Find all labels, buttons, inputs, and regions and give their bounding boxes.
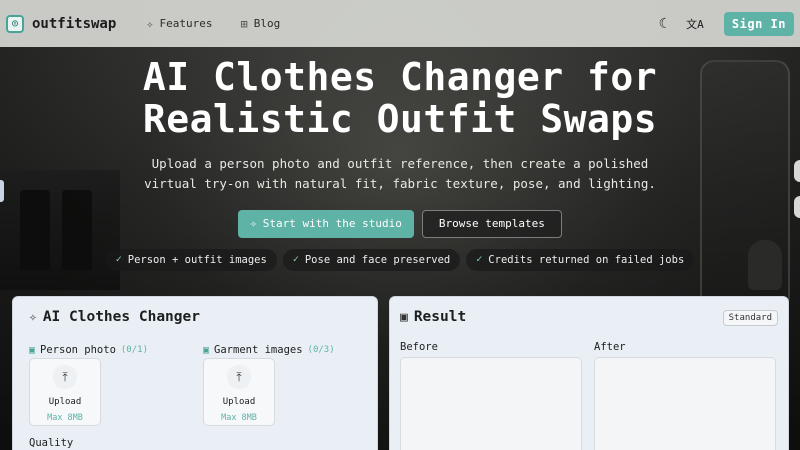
check-icon: ✓ xyxy=(476,254,483,265)
garment-upload-dropzone[interactable]: ⤒ Upload Max 8MB xyxy=(203,358,275,426)
upload-label: Upload xyxy=(48,397,82,407)
person-photo-count: (0/1) xyxy=(120,345,148,355)
hero-subtitle: Upload a person photo and outfit referen… xyxy=(0,154,800,194)
upload-label: Upload xyxy=(222,397,256,407)
upload-max-size: Max 8MB xyxy=(221,413,257,423)
panel-title: ✧ AI Clothes Changer xyxy=(29,309,200,325)
start-studio-button[interactable]: ✧ Start with the studio xyxy=(238,210,414,238)
garment-images-count: (0/3) xyxy=(307,345,335,355)
logo-icon: ◎ xyxy=(6,14,24,33)
upload-icon: ⤒ xyxy=(53,365,77,389)
clothes-changer-panel: ✧ AI Clothes Changer ▣ Person photo (0/1… xyxy=(12,296,378,450)
image-icon: ▣ xyxy=(203,344,210,356)
panel-title: ▣ Result xyxy=(400,309,466,325)
feature-chip: ✓ Credits returned on failed jobs xyxy=(466,249,695,271)
feature-chip: ✓ Pose and face preserved xyxy=(282,249,461,271)
chip-label: Person + outfit images xyxy=(127,254,267,266)
upload-max-size: Max 8MB xyxy=(47,413,83,423)
logo-text: outfitswap xyxy=(32,15,117,32)
cta-row: ✧ Start with the studio Browse templates xyxy=(0,210,800,238)
nav-link-label: Features xyxy=(159,17,213,30)
after-image-box xyxy=(594,357,776,450)
check-icon: ✓ xyxy=(115,254,122,265)
upload-icon: ⤒ xyxy=(227,365,251,389)
translate-icon[interactable]: 文A xyxy=(684,13,706,35)
browse-templates-button[interactable]: Browse templates xyxy=(421,210,562,238)
image-icon: ▣ xyxy=(29,344,36,356)
logo[interactable]: ◎ outfitswap xyxy=(6,14,117,33)
nav-link-features[interactable]: ✧ Features xyxy=(146,17,212,31)
hero-subtitle-line2: virtual try-on with natural fit, fabric … xyxy=(144,176,656,191)
book-icon: ⊞ xyxy=(240,16,248,31)
moon-icon[interactable]: ☾ xyxy=(652,13,674,35)
feature-chip: ✓ Person + outfit images xyxy=(105,249,277,271)
hero-subtitle-line1: Upload a person photo and outfit referen… xyxy=(151,156,649,171)
side-handle-bottom[interactable] xyxy=(794,196,800,218)
chip-label: Credits returned on failed jobs xyxy=(488,254,685,266)
person-upload-dropzone[interactable]: ⤒ Upload Max 8MB xyxy=(29,358,101,426)
quality-label: Quality xyxy=(29,437,74,449)
chip-label: Pose and face preserved xyxy=(304,254,451,266)
start-studio-label: Start with the studio xyxy=(262,217,402,230)
garment-images-text: Garment images xyxy=(214,344,303,356)
sign-in-button[interactable]: Sign In xyxy=(723,11,794,36)
sparkles-icon: ✧ xyxy=(29,309,37,325)
sparkles-icon: ✧ xyxy=(146,16,154,31)
quality-badge: Standard xyxy=(722,310,778,326)
result-panel: ▣ Result Standard Before After xyxy=(389,296,789,450)
nav-link-label: Blog xyxy=(253,17,281,30)
before-image-box xyxy=(400,357,582,450)
feature-chips: ✓ Person + outfit images ✓ Pose and face… xyxy=(0,249,800,271)
hero-title: AI Clothes Changer for Realistic Outfit … xyxy=(0,56,800,140)
hero-title-line1: AI Clothes Changer for xyxy=(142,55,658,99)
panel-title-text: Result xyxy=(413,309,467,325)
hero-title-line2: Realistic Outfit Swaps xyxy=(142,97,658,141)
side-tab[interactable] xyxy=(0,180,4,202)
image-icon: ▣ xyxy=(400,309,408,325)
before-label: Before xyxy=(400,341,438,353)
after-label: After xyxy=(594,341,626,353)
navbar: ◎ outfitswap ✧ Features ⊞ Blog ☾ 文A Sign… xyxy=(0,0,800,47)
hero: AI Clothes Changer for Realistic Outfit … xyxy=(0,56,800,271)
sparkles-icon: ✧ xyxy=(250,217,257,230)
nav-link-blog[interactable]: ⊞ Blog xyxy=(241,17,281,31)
side-handle-top[interactable] xyxy=(794,160,800,182)
check-icon: ✓ xyxy=(292,254,299,265)
panel-title-text: AI Clothes Changer xyxy=(42,309,200,325)
garment-images-label: ▣ Garment images (0/3) xyxy=(203,344,335,356)
person-photo-text: Person photo xyxy=(40,344,116,356)
person-photo-label: ▣ Person photo (0/1) xyxy=(29,344,148,356)
